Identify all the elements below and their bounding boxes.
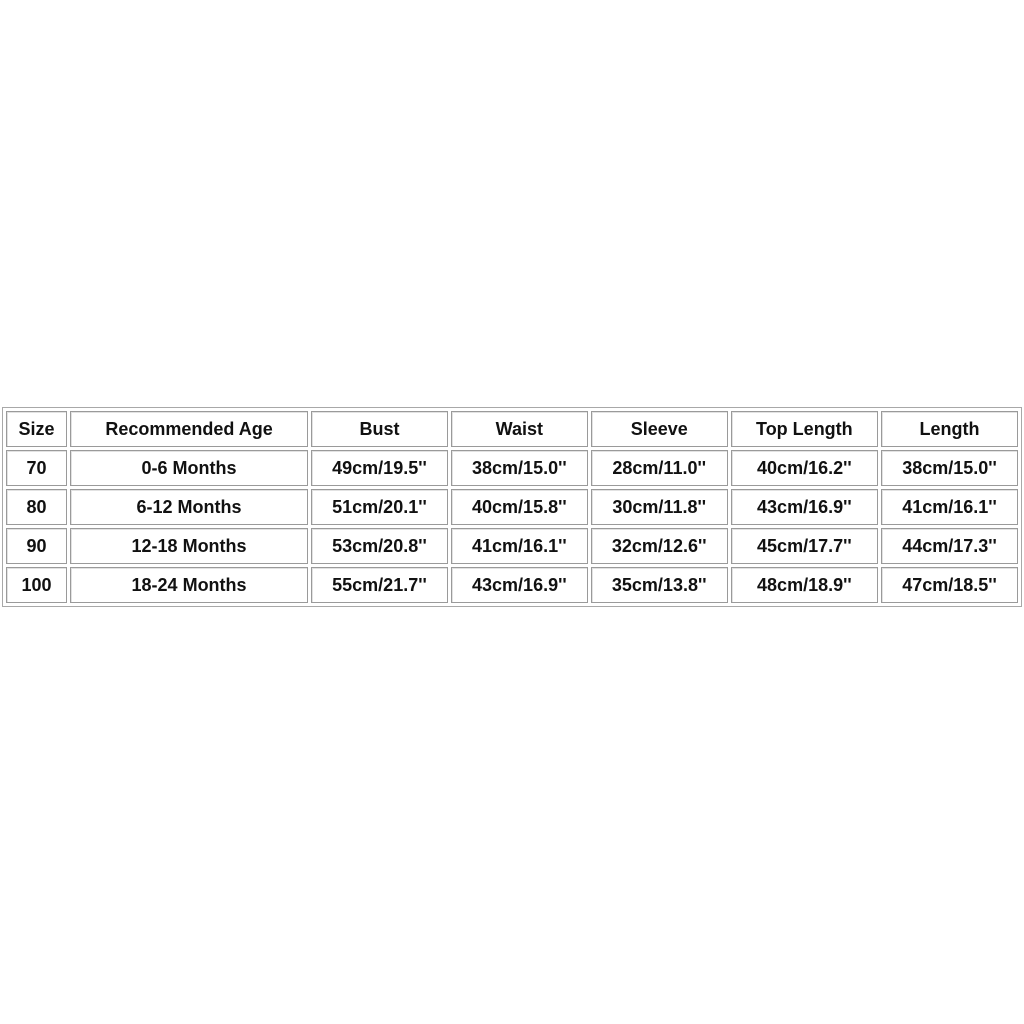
cell-sleeve: 28cm/11.0'' xyxy=(590,450,728,486)
table-row: 90 12-18 Months 53cm/20.8'' 41cm/16.1'' … xyxy=(6,528,1018,564)
cell-length: 38cm/15.0'' xyxy=(881,450,1018,486)
cell-bust: 49cm/19.5'' xyxy=(311,450,448,486)
table-row: 80 6-12 Months 51cm/20.1'' 40cm/15.8'' 3… xyxy=(6,489,1018,525)
header-top-length: Top Length xyxy=(730,411,879,447)
cell-waist: 38cm/15.0'' xyxy=(450,450,588,486)
cell-bust: 53cm/20.8'' xyxy=(311,528,448,564)
cell-top-length: 48cm/18.9'' xyxy=(730,567,879,603)
cell-recommended-age: 0-6 Months xyxy=(70,450,309,486)
cell-waist: 43cm/16.9'' xyxy=(450,567,588,603)
cell-recommended-age: 18-24 Months xyxy=(70,567,309,603)
cell-recommended-age: 12-18 Months xyxy=(70,528,309,564)
header-row: Size Recommended Age Bust Waist Sleeve T… xyxy=(6,411,1018,447)
cell-waist: 41cm/16.1'' xyxy=(450,528,588,564)
cell-length: 44cm/17.3'' xyxy=(881,528,1018,564)
cell-size: 70 xyxy=(6,450,68,486)
header-sleeve: Sleeve xyxy=(590,411,728,447)
cell-size: 100 xyxy=(6,567,68,603)
cell-sleeve: 30cm/11.8'' xyxy=(590,489,728,525)
cell-sleeve: 32cm/12.6'' xyxy=(590,528,728,564)
cell-bust: 55cm/21.7'' xyxy=(311,567,448,603)
cell-recommended-age: 6-12 Months xyxy=(70,489,309,525)
cell-top-length: 40cm/16.2'' xyxy=(730,450,879,486)
header-size: Size xyxy=(6,411,68,447)
cell-sleeve: 35cm/13.8'' xyxy=(590,567,728,603)
size-chart-table: Size Recommended Age Bust Waist Sleeve T… xyxy=(2,407,1022,607)
table-row: 70 0-6 Months 49cm/19.5'' 38cm/15.0'' 28… xyxy=(6,450,1018,486)
cell-bust: 51cm/20.1'' xyxy=(311,489,448,525)
cell-waist: 40cm/15.8'' xyxy=(450,489,588,525)
cell-size: 90 xyxy=(6,528,68,564)
header-waist: Waist xyxy=(450,411,588,447)
header-length: Length xyxy=(881,411,1018,447)
header-bust: Bust xyxy=(311,411,448,447)
header-recommended-age: Recommended Age xyxy=(70,411,309,447)
cell-length: 41cm/16.1'' xyxy=(881,489,1018,525)
cell-length: 47cm/18.5'' xyxy=(881,567,1018,603)
cell-top-length: 43cm/16.9'' xyxy=(730,489,879,525)
cell-top-length: 45cm/17.7'' xyxy=(730,528,879,564)
cell-size: 80 xyxy=(6,489,68,525)
table-row: 100 18-24 Months 55cm/21.7'' 43cm/16.9''… xyxy=(6,567,1018,603)
